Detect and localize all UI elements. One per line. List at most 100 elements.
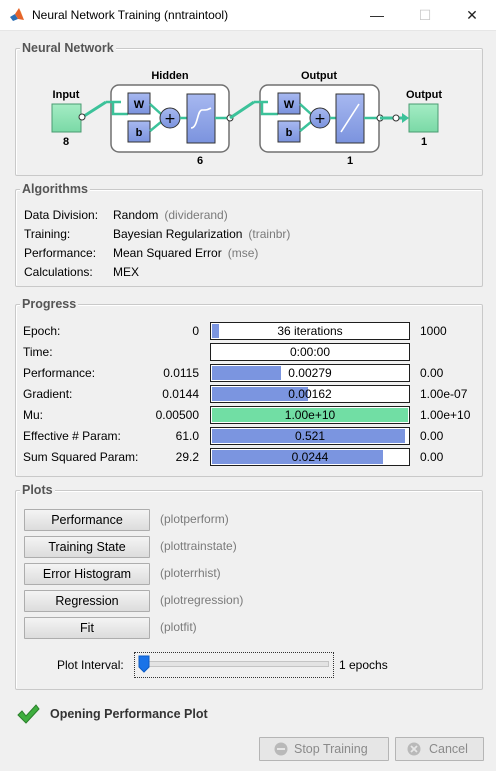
cancel-label: Cancel	[429, 742, 468, 756]
progress-end-value: 0.00	[420, 366, 444, 380]
progress-label: Epoch:	[23, 324, 61, 338]
hidden-layer-size: 6	[197, 155, 203, 167]
algorithm-value-text: Bayesian Regularization	[113, 227, 243, 241]
plot-function-label: (plotregression)	[160, 593, 244, 607]
progress-current-value: 36 iterations	[277, 324, 343, 338]
checkmark-icon	[17, 704, 40, 724]
progress-row: Epoch: 0 36 iterations 1000	[23, 322, 475, 340]
progress-label: Mu:	[23, 408, 44, 422]
plot-function-label: (ploterrhist)	[160, 566, 221, 580]
progress-row: Effective # Param: 61.0 0.521 0.00	[23, 427, 475, 445]
output-weight-label: W	[284, 99, 295, 111]
algorithm-value: Random (dividerand)	[113, 207, 228, 223]
regression-plot-button[interactable]: Regression	[24, 590, 150, 612]
algorithm-value-text: Random	[113, 208, 159, 222]
training-state-plot-button[interactable]: Training State	[24, 536, 150, 558]
plot-interval-slider[interactable]	[134, 652, 334, 678]
algorithm-value: MEX	[113, 264, 139, 280]
hidden-transfer-box	[186, 93, 216, 144]
progress-current-value: 0:00:00	[289, 345, 331, 359]
progress-end-value: 1.00e-07	[420, 387, 468, 401]
error-histogram-plot-button[interactable]: Error Histogram	[24, 563, 150, 585]
stop-icon	[274, 742, 288, 756]
plot-function-label: (plotperform)	[160, 512, 229, 526]
slider-thumb[interactable]	[138, 655, 150, 673]
plots-section-title: Plots	[20, 483, 55, 497]
algorithm-value: Bayesian Regularization (trainbr)	[113, 226, 290, 242]
progress-label: Effective # Param:	[23, 429, 121, 443]
progress-bar: 0.00279	[210, 364, 410, 382]
output-layer-label: Output	[301, 70, 337, 82]
progress-start-value: 0.00500	[155, 408, 199, 422]
input-box	[51, 103, 82, 133]
maximize-button[interactable]: ☐	[402, 0, 448, 30]
connector-hidden-output	[229, 100, 255, 120]
progress-bar: 36 iterations	[210, 322, 410, 340]
fit-plot-button[interactable]: Fit	[24, 617, 150, 639]
progress-end-value: 0.00	[420, 450, 444, 464]
network-diagram: Input 8 Hidden W b + 6 Output W b + 1 Ou…	[51, 70, 442, 167]
output-plus-sign: +	[314, 111, 326, 127]
input-size: 8	[63, 136, 69, 148]
progress-end-value: 0.00	[420, 429, 444, 443]
algorithm-label: Training:	[24, 227, 71, 241]
close-button[interactable]: ✕	[449, 0, 495, 30]
progress-label: Gradient:	[23, 387, 73, 401]
output-size: 1	[421, 136, 427, 148]
output-box	[408, 103, 439, 133]
progress-current-value: 0.00279	[288, 366, 332, 380]
progress-row: Sum Squared Param: 29.2 0.0244 0.00	[23, 448, 475, 466]
progress-current-value: 0.00162	[288, 387, 332, 401]
algorithm-label: Data Division:	[24, 208, 99, 222]
progress-current-value: 1.00e+10	[284, 408, 336, 422]
matlab-logo-icon	[10, 8, 24, 21]
junction-dot	[78, 113, 86, 121]
progress-row: Gradient: 0.0144 0.00162 1.00e-07	[23, 385, 475, 403]
progress-label: Time:	[23, 345, 53, 359]
algorithm-function: (trainbr)	[248, 227, 291, 241]
performance-plot-button[interactable]: Performance	[24, 509, 150, 531]
progress-label: Sum Squared Param:	[23, 450, 139, 464]
progress-current-value: 0.0244	[291, 450, 329, 464]
status-message: Opening Performance Plot	[50, 707, 208, 721]
input-label: Input	[53, 89, 80, 101]
progress-start-value: 61.0	[175, 429, 199, 443]
output-label: Output	[406, 89, 442, 101]
minimize-button[interactable]: —	[354, 0, 400, 30]
progress-row: Performance: 0.0115 0.00279 0.00	[23, 364, 475, 382]
algorithm-function: (dividerand)	[164, 208, 228, 222]
title-bar: Neural Network Training (nntraintool) — …	[0, 0, 496, 31]
progress-row: Mu: 0.00500 1.00e+10 1.00e+10	[23, 406, 475, 424]
progress-bar: 0.521	[210, 427, 410, 445]
hidden-weight-label: W	[134, 99, 145, 111]
progress-section-title: Progress	[20, 297, 79, 311]
cancel-button[interactable]: Cancel	[395, 737, 484, 761]
progress-end-value: 1.00e+10	[420, 408, 471, 422]
arrow-right-icon	[402, 113, 409, 123]
algorithm-value: Mean Squared Error (mse)	[113, 245, 258, 261]
window-title: Neural Network Training (nntraintool)	[32, 8, 229, 22]
hidden-layer-label: Hidden	[151, 70, 189, 82]
progress-start-value: 0	[192, 324, 199, 338]
progress-label: Performance:	[23, 366, 96, 380]
slider-track	[139, 661, 329, 667]
plot-function-label: (plottrainstate)	[160, 539, 237, 553]
junction-dot	[392, 114, 400, 122]
algorithm-function: (mse)	[227, 246, 259, 260]
progress-bar: 0.00162	[210, 385, 410, 403]
algorithm-value-text: Mean Squared Error	[113, 246, 222, 260]
plot-interval-label: Plot Interval:	[57, 658, 124, 672]
algorithm-value-text: MEX	[113, 265, 140, 279]
neural-network-section-title: Neural Network	[20, 41, 116, 55]
stop-training-button[interactable]: Stop Training	[259, 737, 389, 761]
progress-end-value: 1000	[420, 324, 447, 338]
hidden-bias-label: b	[136, 127, 143, 139]
progress-start-value: 0.0115	[163, 366, 199, 380]
plot-interval-value: 1 epochs	[339, 658, 388, 672]
output-layer-size: 1	[347, 155, 353, 167]
progress-start-value: 0.0144	[162, 387, 199, 401]
plot-function-label: (plotfit)	[160, 620, 197, 634]
progress-row: Time: 0:00:00	[23, 343, 475, 361]
hidden-plus-sign: +	[164, 111, 176, 127]
progress-bar: 0:00:00	[210, 343, 410, 361]
